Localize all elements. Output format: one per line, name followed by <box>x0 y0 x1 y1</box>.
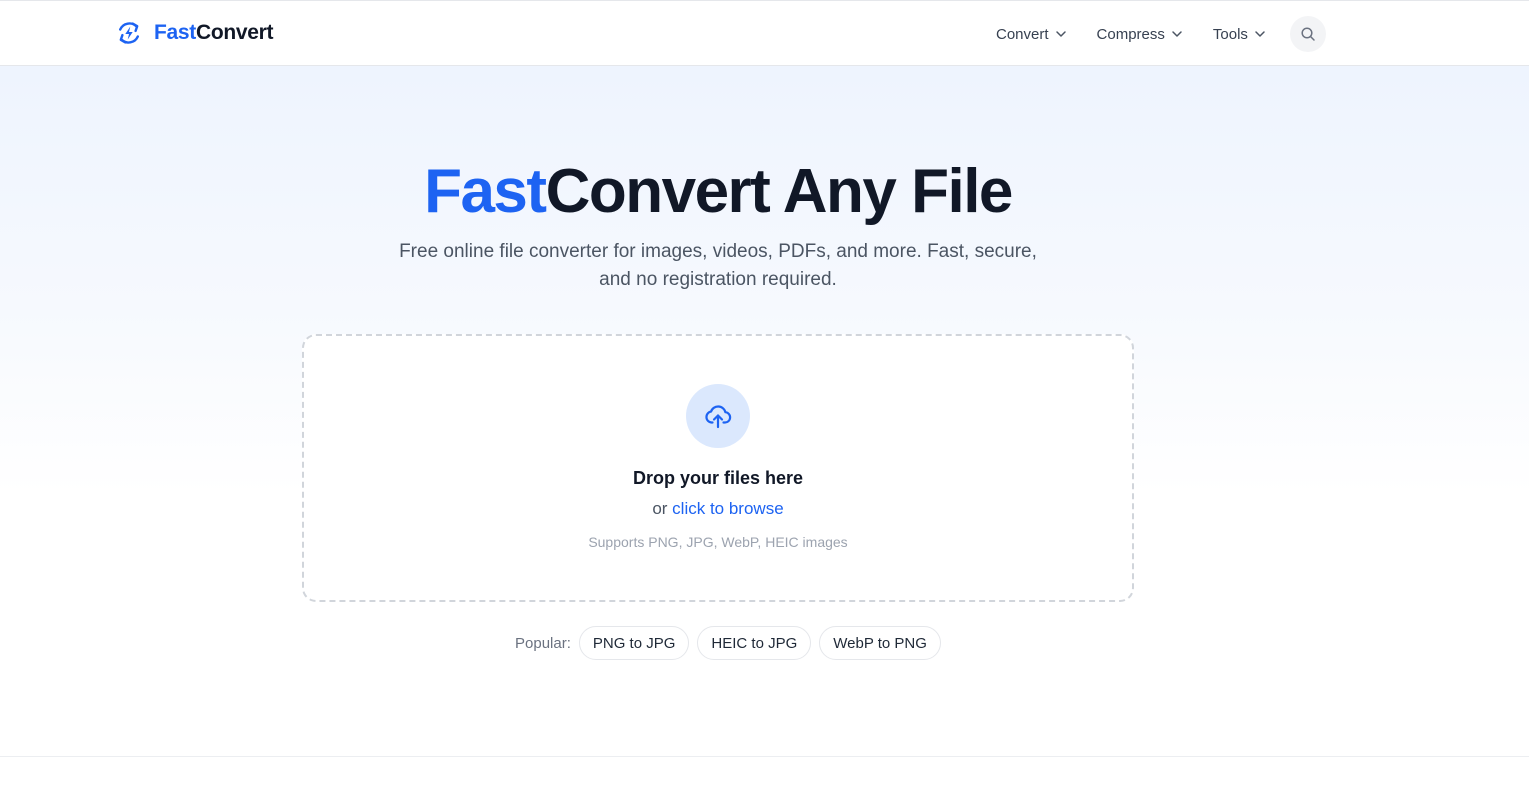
nav-compress-label: Compress <box>1096 25 1165 43</box>
logo-text: FastConvert <box>154 21 274 45</box>
main-nav: Convert Compress Tools <box>996 17 1266 51</box>
upload-icon-circle <box>686 384 750 448</box>
popular-png-to-jpg[interactable]: PNG to JPG <box>578 626 690 660</box>
nav-convert[interactable]: Convert <box>996 26 1067 43</box>
page-title: FastConvert Any File <box>0 156 1436 228</box>
lightning-refresh-icon <box>119 22 139 44</box>
hero-subtitle: Free online file converter for images, v… <box>399 241 1037 290</box>
title-rest: Convert Any File <box>545 157 1014 226</box>
nav-tools[interactable]: Tools <box>1213 26 1266 43</box>
search-button[interactable] <box>1290 16 1326 52</box>
nav-compress[interactable]: Compress <box>1097 26 1183 43</box>
browse-prefix: or <box>652 499 673 518</box>
dropzone-browse-line: or click to browse <box>304 499 1132 519</box>
popular-heic-to-jpg[interactable]: HEIC to JPG <box>697 626 812 660</box>
chevron-down-icon <box>1172 31 1182 37</box>
logo-link[interactable]: FastConvert <box>116 18 274 48</box>
file-dropzone[interactable]: Drop your files here or click to browse … <box>302 334 1134 602</box>
nav-tools-label: Tools <box>1212 25 1248 43</box>
logo-text-convert: Convert <box>195 21 274 44</box>
dropzone-hint: Supports PNG, JPG, WebP, HEIC images <box>588 534 848 550</box>
section-divider <box>0 756 1529 757</box>
nav-convert-label: Convert <box>996 25 1049 43</box>
site-header: FastConvert Convert Compress Tools <box>0 1 1529 66</box>
popular-label: Popular: <box>515 634 571 652</box>
search-icon <box>1301 27 1315 41</box>
dropzone-title: Drop your files here <box>632 468 804 488</box>
popular-webp-to-png[interactable]: WebP to PNG <box>819 626 941 660</box>
upload-cloud-icon <box>705 405 732 429</box>
title-fast: Fast <box>424 157 547 226</box>
chevron-down-icon <box>1055 31 1066 37</box>
popular-conversions: Popular: PNG to JPG HEIC to JPG WebP to … <box>515 626 949 660</box>
logo-text-fast: Fast <box>154 21 196 44</box>
browse-link[interactable]: click to browse <box>672 499 783 518</box>
chevron-down-icon <box>1255 31 1265 37</box>
